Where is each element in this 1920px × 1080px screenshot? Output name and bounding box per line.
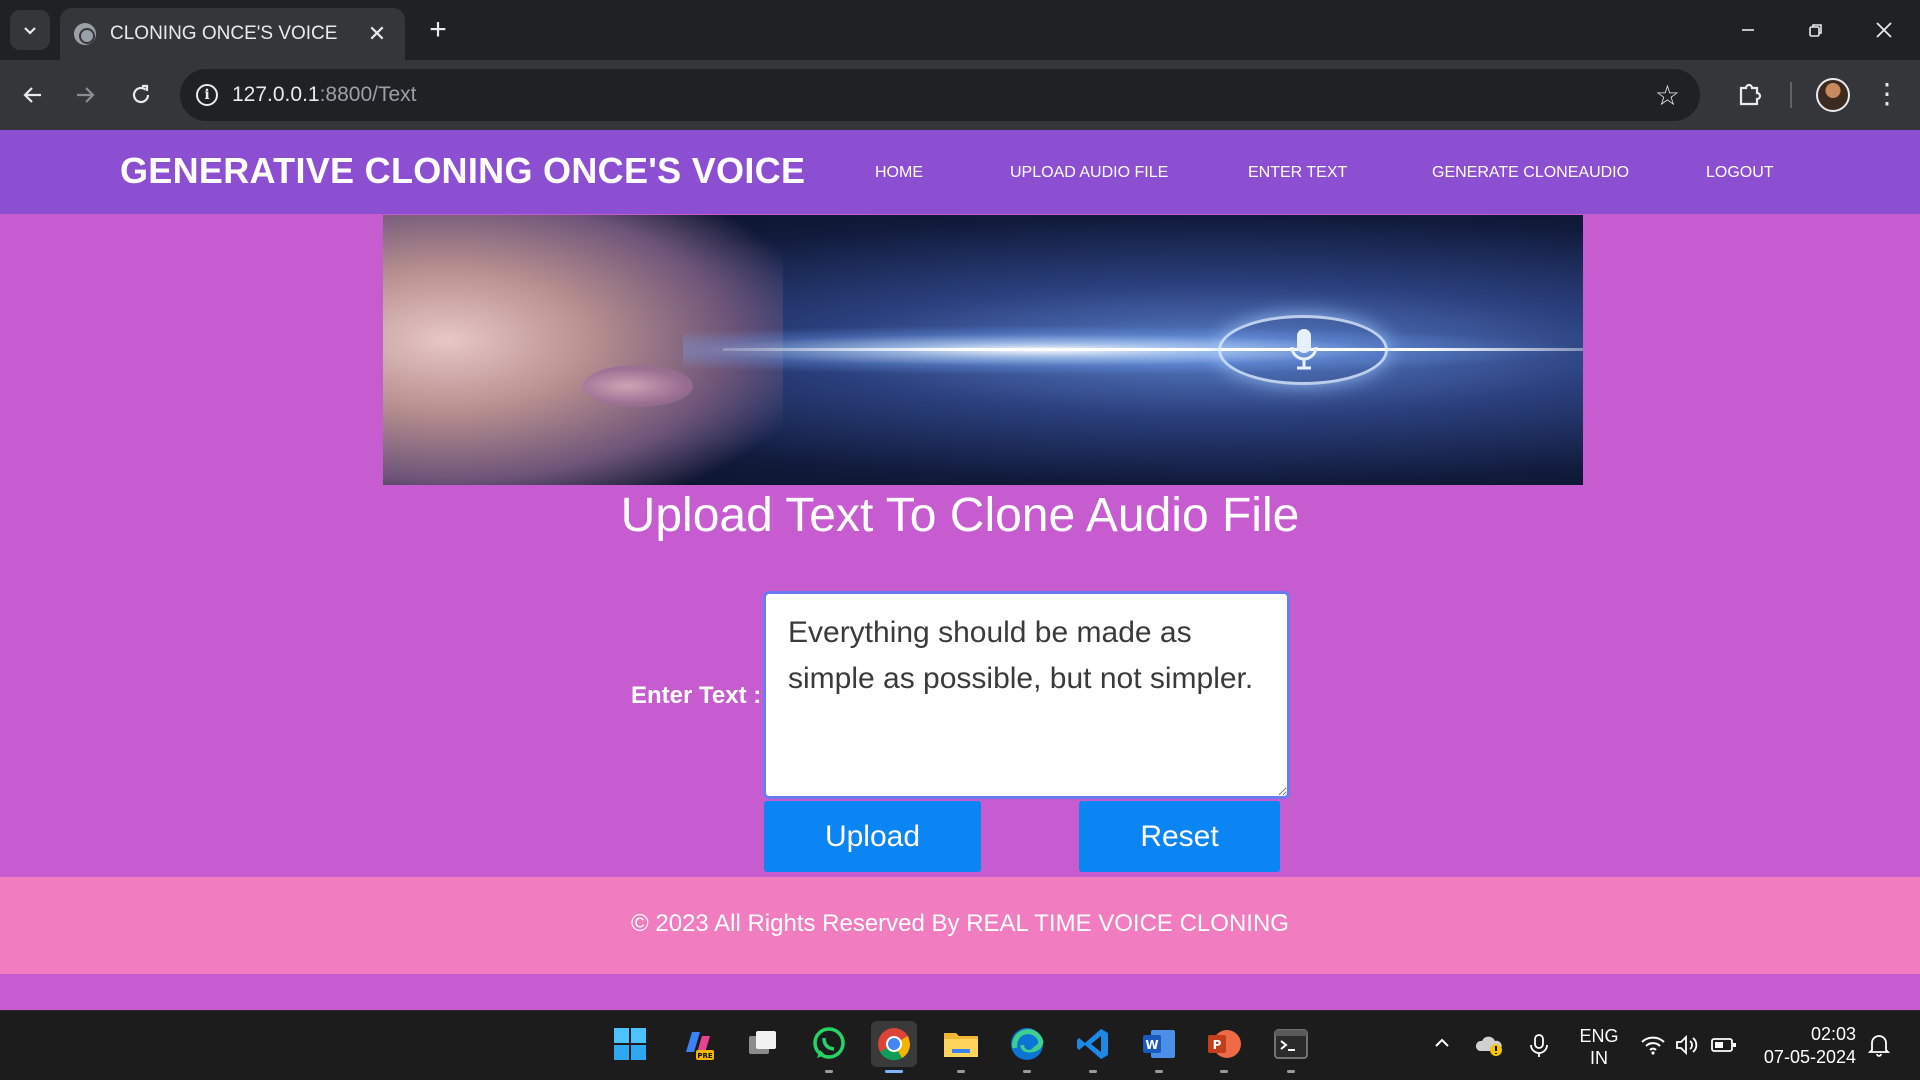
- running-indicator: [1287, 1070, 1295, 1073]
- nav-link-upload-audio-file[interactable]: UPLOAD AUDIO FILE: [1010, 164, 1168, 182]
- taskbar-edge[interactable]: [1004, 1021, 1050, 1073]
- close-icon: [1876, 22, 1892, 38]
- clock-date: 07-05-2024: [1763, 1047, 1856, 1067]
- volume-icon[interactable]: [1674, 1033, 1700, 1057]
- chrome-icon: [878, 1028, 911, 1061]
- folder-icon: [944, 1033, 978, 1057]
- clock[interactable]: 02:03 07-05-2024: [1760, 1023, 1856, 1069]
- reset-button[interactable]: Reset: [1079, 801, 1280, 872]
- site-info-icon[interactable]: i: [196, 84, 218, 106]
- nav-link-enter-text[interactable]: ENTER TEXT: [1248, 164, 1347, 182]
- edge-icon: [1011, 1028, 1044, 1060]
- running-indicator: [1023, 1070, 1031, 1073]
- forward-button[interactable]: [64, 74, 106, 116]
- notification-bell-icon[interactable]: [1868, 1033, 1890, 1057]
- hero-banner-image: [383, 215, 1583, 485]
- taskbar-vscode[interactable]: [1070, 1021, 1116, 1073]
- taskbar-whatsapp[interactable]: [806, 1021, 852, 1073]
- hero-lips: [583, 365, 693, 407]
- windows-logo-icon: [614, 1028, 646, 1060]
- reload-button[interactable]: [120, 74, 162, 116]
- page-title: Upload Text To Clone Audio File: [620, 489, 1300, 542]
- globe-icon: [74, 23, 96, 45]
- nav-link-generate-cloneaudio[interactable]: GENERATE CLONEAUDIO: [1432, 164, 1629, 182]
- onedrive-warning-icon[interactable]: [1476, 1033, 1504, 1057]
- taskbar-task-view[interactable]: [740, 1021, 786, 1067]
- nav-link-logout[interactable]: LOGOUT: [1706, 164, 1774, 182]
- running-indicator: [1155, 1070, 1163, 1073]
- site-brand[interactable]: GENERATIVE CLONING ONCE'S VOICE: [120, 150, 805, 192]
- minimize-button[interactable]: [1714, 0, 1782, 60]
- nav-link-home[interactable]: HOME: [875, 164, 923, 182]
- svg-text:P: P: [1213, 1038, 1222, 1052]
- running-indicator: [885, 1070, 903, 1073]
- browser-toolbar: i 127.0.0.1:8800/Text ☆ ⋮: [0, 60, 1920, 130]
- arrow-left-icon: [23, 87, 41, 103]
- clock-time: 02:03: [1810, 1024, 1856, 1044]
- url-host: 127.0.0.1: [232, 83, 320, 106]
- taskbar-powerpoint[interactable]: P: [1201, 1021, 1247, 1073]
- vscode-icon: [1077, 1029, 1108, 1059]
- word-icon: W: [1143, 1030, 1175, 1058]
- microphone-tray-icon[interactable]: [1528, 1033, 1550, 1059]
- site-footer: © 2023 All Rights Reserved By REAL TIME …: [0, 877, 1920, 974]
- taskbar-copilot[interactable]: PRE: [675, 1021, 721, 1067]
- powerpoint-icon: P: [1208, 1030, 1241, 1058]
- running-indicator: [825, 1070, 833, 1073]
- restore-button[interactable]: [1782, 0, 1850, 60]
- extensions-icon[interactable]: [1735, 78, 1765, 108]
- hero-wave-line: [723, 348, 1583, 351]
- whatsapp-icon: [813, 1027, 845, 1059]
- running-indicator: [1089, 1070, 1097, 1073]
- toolbar-divider: [1790, 82, 1792, 108]
- taskbar-terminal[interactable]: [1268, 1021, 1314, 1073]
- chevron-up-icon[interactable]: [1432, 1033, 1452, 1053]
- copilot-icon: PRE: [686, 1032, 714, 1060]
- wifi-icon[interactable]: [1640, 1033, 1666, 1057]
- bookmark-star-icon[interactable]: ☆: [1655, 79, 1680, 112]
- new-tab-button[interactable]: +: [420, 12, 456, 48]
- svg-text:W: W: [1145, 1038, 1158, 1052]
- browser-tabstrip: CLONING ONCE'S VOICE ✕ +: [0, 0, 1920, 60]
- microphone-icon: [1290, 329, 1318, 370]
- language-indicator[interactable]: ENG IN: [1579, 1025, 1619, 1069]
- region-code: IN: [1590, 1048, 1608, 1068]
- windows-taskbar: PRE W P ENG IN 02:03 07-05-2024: [0, 1010, 1920, 1080]
- footer-copyright: © 2023 All Rights Reserved By REAL TIME …: [631, 910, 1289, 937]
- profile-avatar[interactable]: [1816, 78, 1850, 112]
- terminal-icon: [1274, 1029, 1308, 1059]
- address-bar[interactable]: i 127.0.0.1:8800/Text ☆: [180, 69, 1700, 121]
- reload-icon: [132, 84, 150, 104]
- browser-tab-active[interactable]: CLONING ONCE'S VOICE ✕: [60, 8, 405, 60]
- restore-icon: [1809, 24, 1822, 37]
- tab-close-icon[interactable]: ✕: [363, 21, 391, 47]
- battery-icon[interactable]: [1710, 1033, 1738, 1057]
- site-navbar: GENERATIVE CLONING ONCE'S VOICE HOME UPL…: [0, 130, 1920, 214]
- enter-text-label: Enter Text :: [631, 682, 762, 709]
- taskbar-start-button[interactable]: [607, 1021, 653, 1067]
- svg-text:PRE: PRE: [697, 1052, 713, 1060]
- url-path: :8800/Text: [319, 83, 417, 106]
- running-indicator: [1220, 1070, 1228, 1073]
- browser-menu-icon[interactable]: ⋮: [1872, 76, 1902, 112]
- close-window-button[interactable]: [1850, 0, 1918, 60]
- text-input[interactable]: [763, 591, 1290, 799]
- taskbar-file-explorer[interactable]: [938, 1021, 984, 1073]
- web-page: GENERATIVE CLONING ONCE'S VOICE HOME UPL…: [0, 130, 1920, 1010]
- task-view-icon: [749, 1031, 776, 1054]
- running-indicator: [957, 1070, 965, 1073]
- tab-search-button[interactable]: [10, 10, 50, 50]
- taskbar-word[interactable]: W: [1136, 1021, 1182, 1073]
- minimize-icon: [1742, 29, 1754, 31]
- upload-button[interactable]: Upload: [764, 801, 981, 872]
- tab-title: CLONING ONCE'S VOICE: [110, 23, 338, 44]
- arrow-right-icon: [77, 87, 95, 103]
- chevron-down-icon: [24, 27, 36, 35]
- language-code: ENG: [1579, 1026, 1619, 1046]
- back-button[interactable]: [12, 74, 54, 116]
- taskbar-chrome[interactable]: [871, 1021, 917, 1073]
